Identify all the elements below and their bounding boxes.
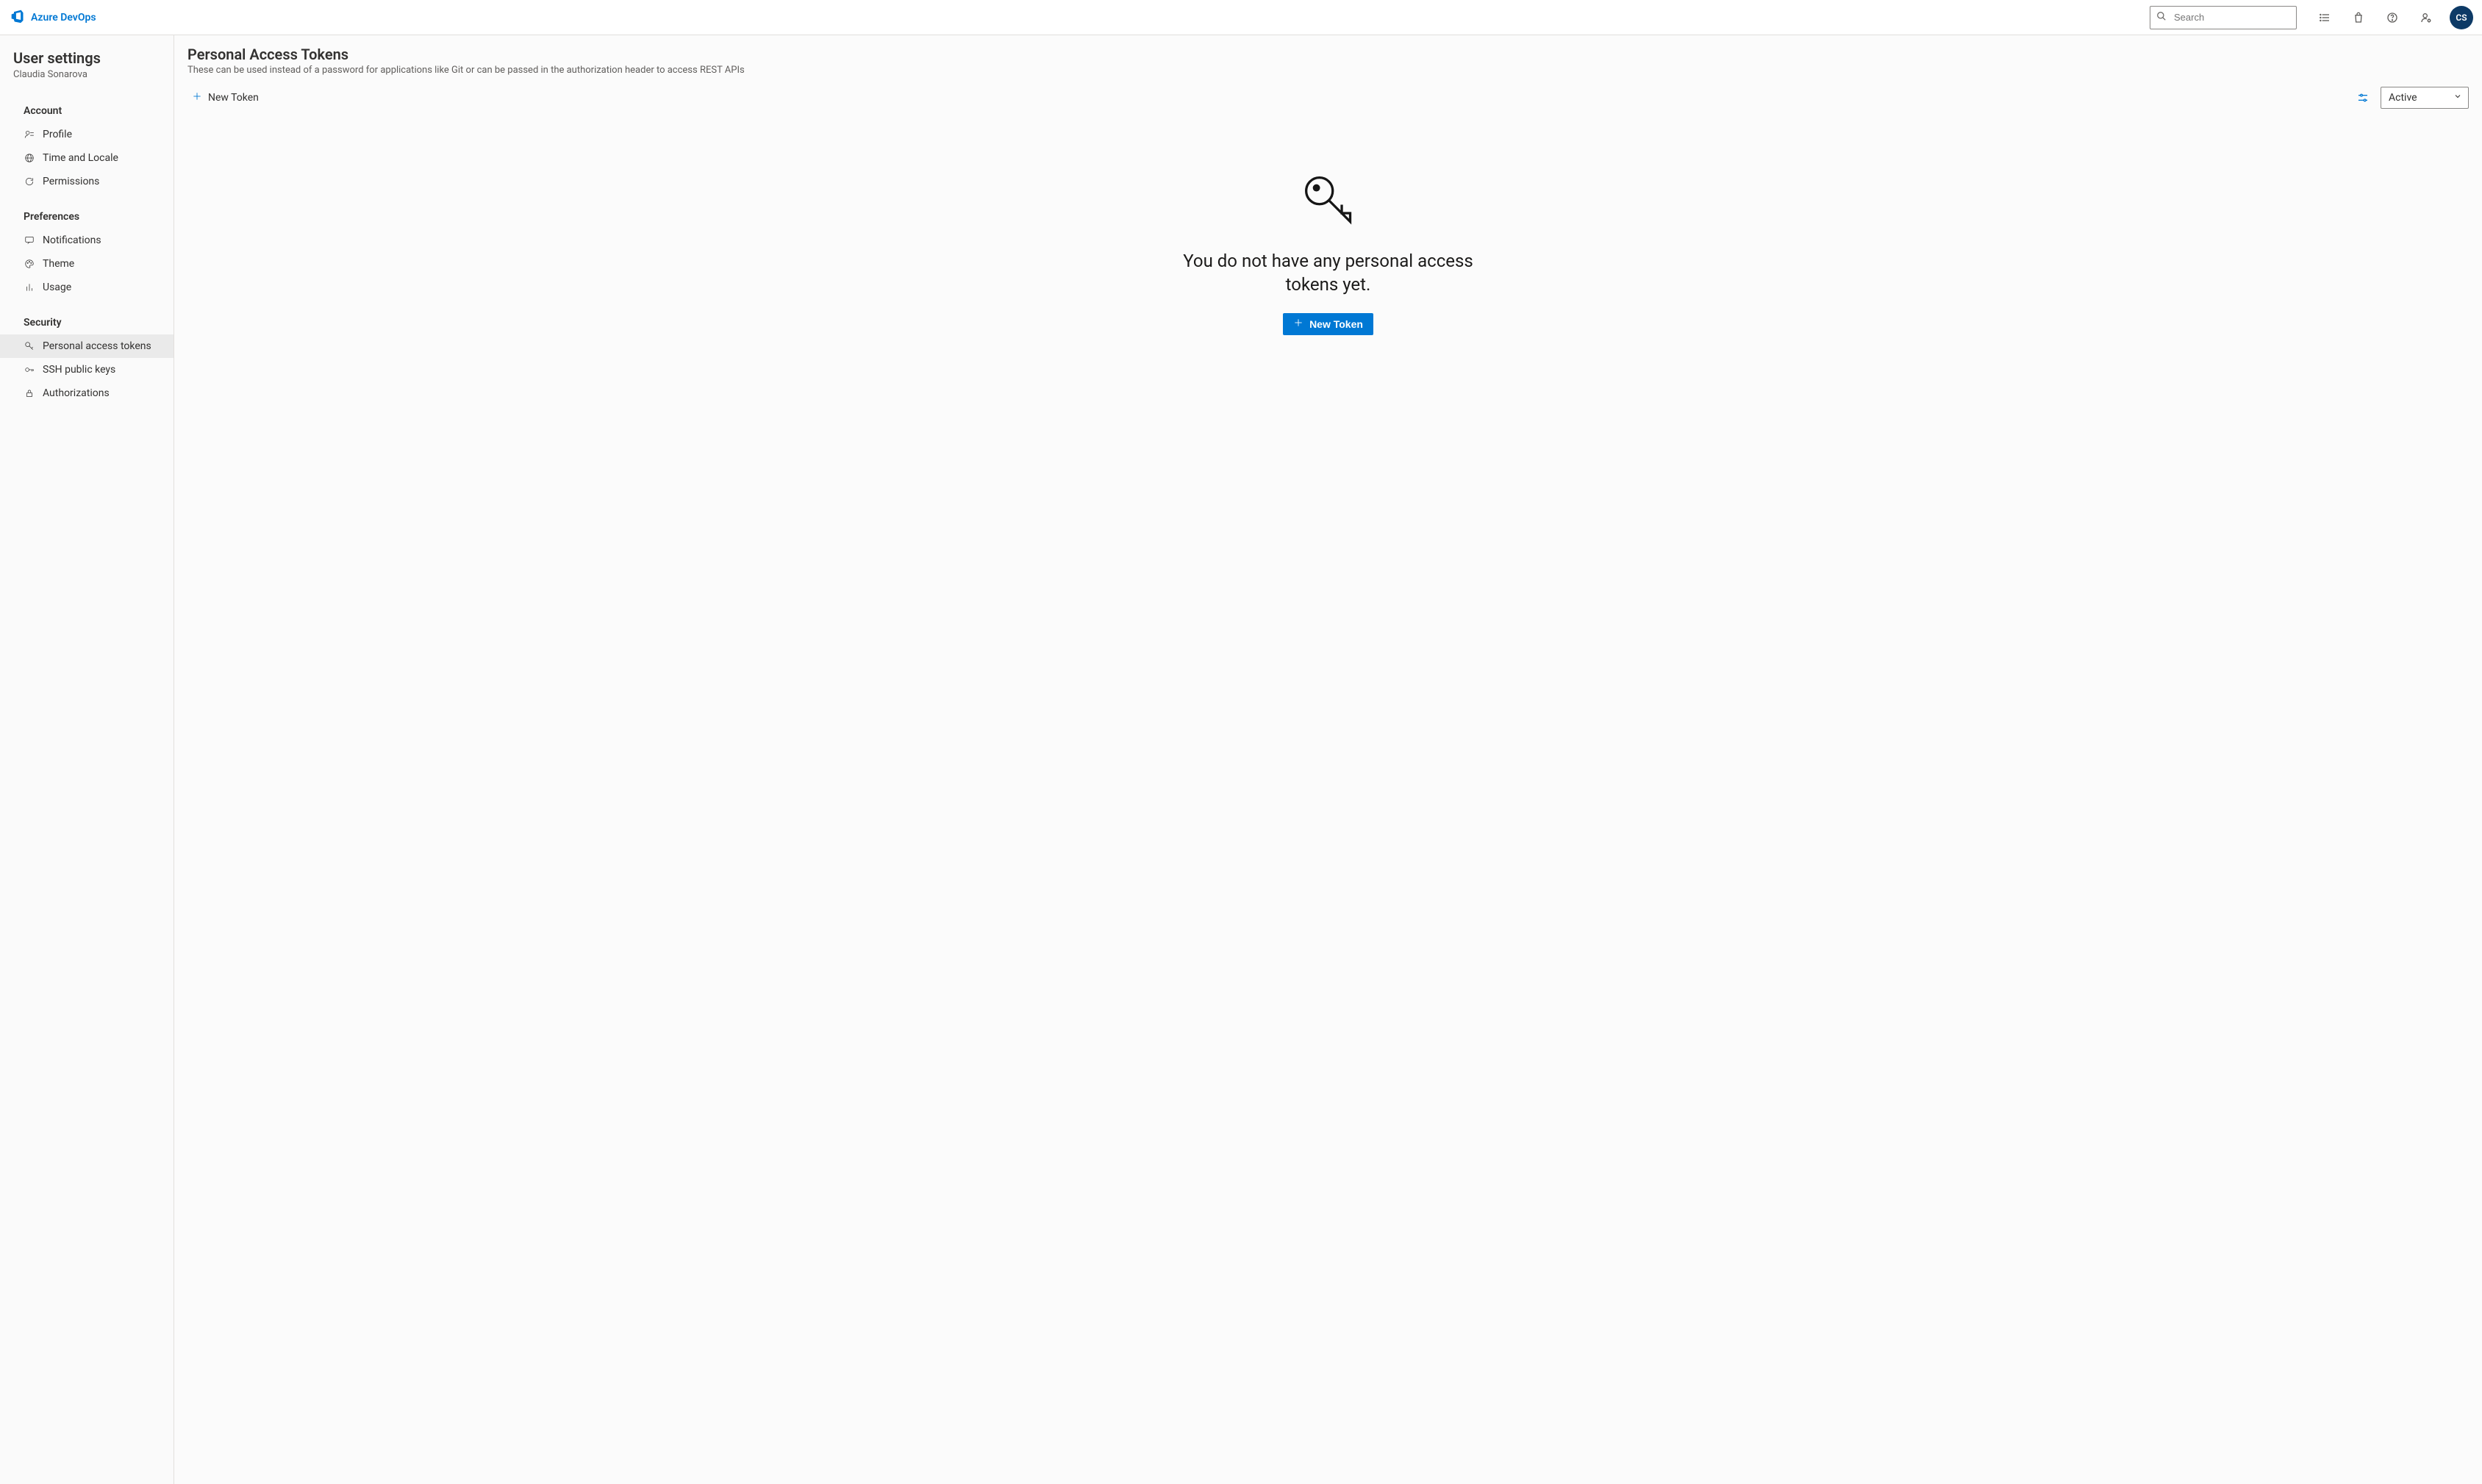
sidebar-item-authorizations[interactable]: Authorizations: [0, 381, 174, 405]
sidebar-item-label: Notifications: [43, 234, 101, 246]
sidebar-title: User settings: [0, 49, 174, 69]
sidebar-item-label: Permissions: [43, 176, 99, 187]
sidebar-item-theme[interactable]: Theme: [0, 252, 174, 276]
bars-icon: [24, 282, 35, 293]
ssh-key-icon: [24, 364, 35, 376]
sidebar-item-label: Personal access tokens: [43, 340, 151, 352]
topbar-right: CS: [2150, 3, 2473, 32]
search-icon: [2156, 11, 2167, 24]
empty-new-token-button[interactable]: New Token: [1283, 313, 1373, 335]
sidebar-username: Claudia Sonarova: [0, 69, 174, 87]
empty-new-token-label: New Token: [1309, 318, 1363, 330]
sidebar-item-label: Theme: [43, 258, 74, 270]
sidebar-item-label: Time and Locale: [43, 152, 118, 164]
sidebar-item-ssh[interactable]: SSH public keys: [0, 358, 174, 381]
profile-icon: [24, 129, 35, 140]
empty-state: You do not have any personal access toke…: [187, 112, 2469, 335]
page-description: These can be used instead of a password …: [187, 65, 2469, 76]
avatar-initials: CS: [2456, 12, 2467, 23]
status-filter-value: Active: [2389, 92, 2417, 104]
plus-icon: [192, 91, 202, 104]
shopping-bag-icon[interactable]: [2344, 3, 2373, 32]
sidebar-group-security: Security: [0, 299, 174, 334]
sidebar-item-usage[interactable]: Usage: [0, 276, 174, 299]
chat-icon: [24, 234, 35, 246]
topbar: Azure DevOps CS: [0, 0, 2482, 35]
main: Personal Access Tokens These can be used…: [174, 35, 2482, 1484]
lock-icon: [24, 387, 35, 399]
refresh-icon: [24, 176, 35, 187]
status-filter-dropdown[interactable]: Active: [2381, 87, 2469, 109]
sidebar-item-label: Usage: [43, 282, 71, 293]
sidebar-item-notifications[interactable]: Notifications: [0, 229, 174, 252]
page: User settings Claudia Sonarova Account P…: [0, 35, 2482, 1484]
page-title: Personal Access Tokens: [187, 46, 2469, 63]
azure-devops-logo-icon: [10, 9, 25, 26]
sidebar-item-label: Profile: [43, 129, 72, 140]
avatar[interactable]: CS: [2450, 6, 2473, 29]
empty-message: You do not have any personal access toke…: [1174, 249, 1483, 297]
work-items-icon[interactable]: [2310, 3, 2339, 32]
sidebar-item-permissions[interactable]: Permissions: [0, 170, 174, 193]
sidebar-item-label: Authorizations: [43, 387, 110, 399]
sidebar: User settings Claudia Sonarova Account P…: [0, 35, 174, 1484]
sidebar-item-time-locale[interactable]: Time and Locale: [0, 146, 174, 170]
key-icon: [24, 340, 35, 352]
chevron-down-icon: [2453, 92, 2462, 104]
plus-icon: [1293, 318, 1303, 330]
new-token-label: New Token: [208, 92, 259, 104]
toolbar: New Token Active: [187, 83, 2469, 112]
sidebar-item-profile[interactable]: Profile: [0, 123, 174, 146]
sidebar-group-preferences: Preferences: [0, 193, 174, 229]
help-icon[interactable]: [2378, 3, 2407, 32]
search-input[interactable]: [2172, 11, 2305, 24]
brand-link[interactable]: Azure DevOps: [10, 9, 96, 26]
sidebar-item-pat[interactable]: Personal access tokens: [0, 334, 174, 358]
new-token-button[interactable]: New Token: [187, 88, 263, 107]
palette-icon: [24, 258, 35, 270]
brand-label: Azure DevOps: [31, 12, 96, 24]
empty-key-icon: [1298, 170, 1359, 233]
filter-settings-icon[interactable]: [2353, 87, 2373, 108]
user-settings-icon[interactable]: [2411, 3, 2441, 32]
globe-icon: [24, 152, 35, 164]
search-box[interactable]: [2150, 6, 2297, 29]
sidebar-item-label: SSH public keys: [43, 364, 115, 376]
sidebar-group-account: Account: [0, 87, 174, 123]
